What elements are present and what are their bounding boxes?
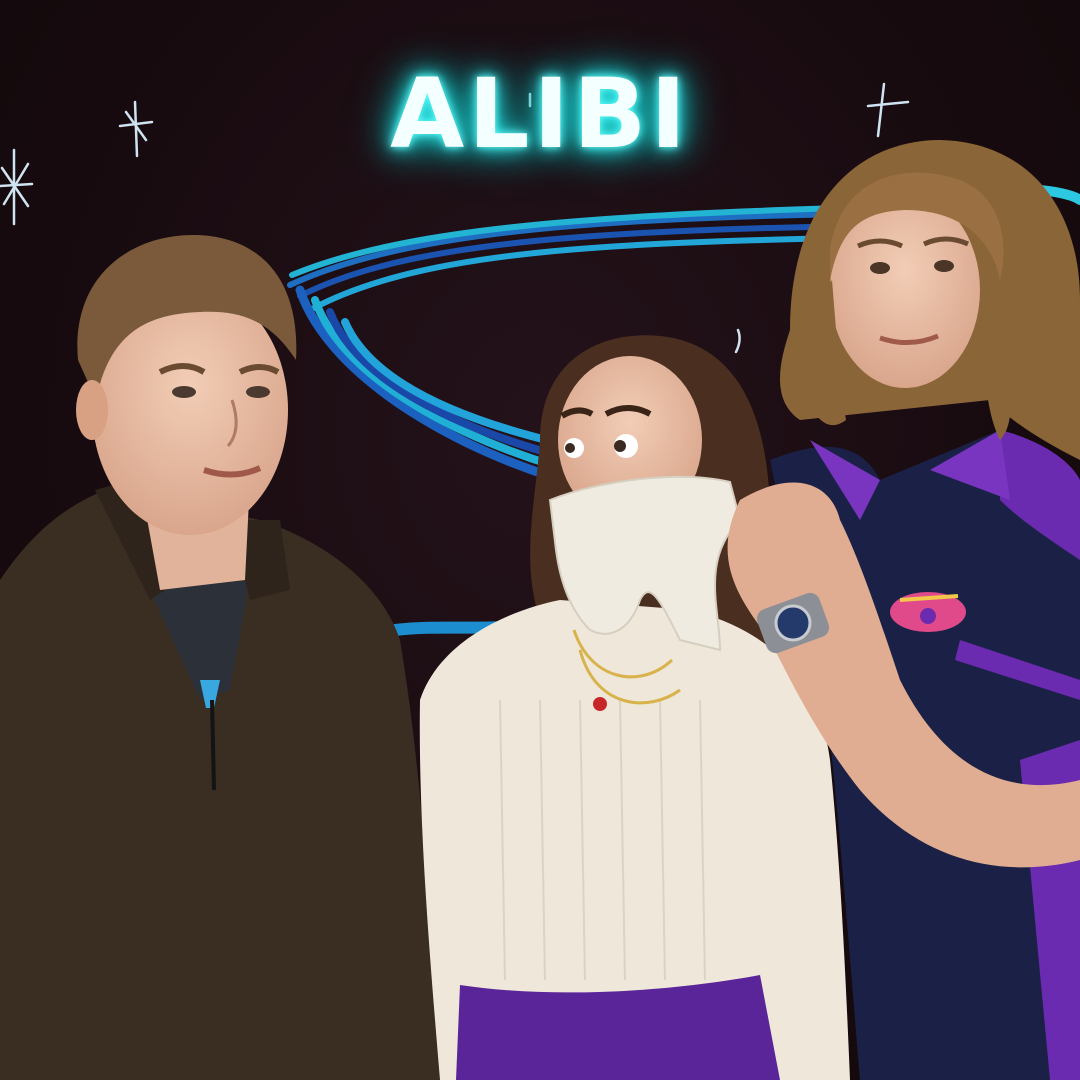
- poster: ALIBI: [0, 0, 1080, 1080]
- shirt-logo-icon: [890, 592, 966, 632]
- poster-title: ALIBI: [389, 58, 691, 170]
- star-icon: [734, 328, 741, 354]
